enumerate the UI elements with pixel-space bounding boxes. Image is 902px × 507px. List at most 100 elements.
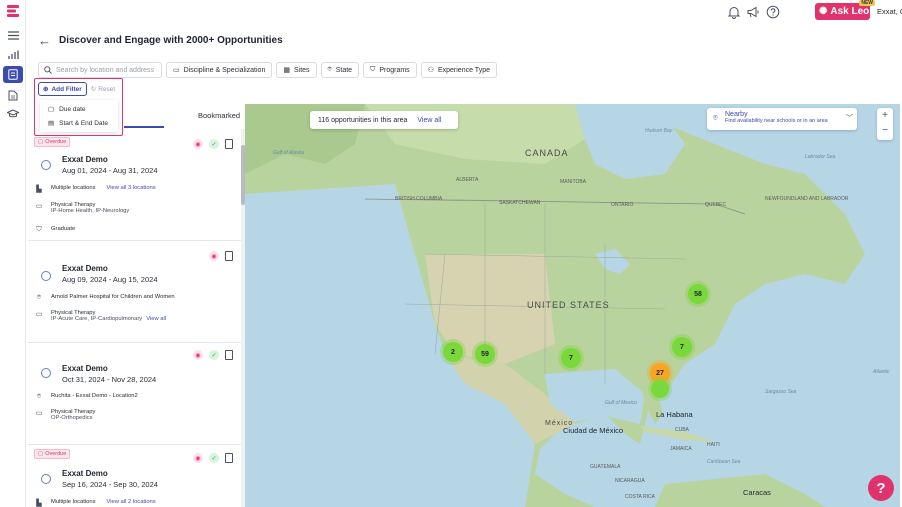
org-name: Exxat Demo bbox=[62, 364, 108, 373]
check-icon[interactable]: ✓ bbox=[209, 453, 219, 463]
building-icon: ▦ bbox=[283, 67, 290, 74]
check-icon[interactable]: ✓ bbox=[209, 139, 219, 149]
opportunity-card[interactable]: ◉ ● Exxat Demo Aug 09, 2024 - Aug 15, 20… bbox=[28, 241, 241, 343]
location-text: Multiple locations bbox=[51, 185, 96, 191]
graduation-cap-icon: ⛉ bbox=[36, 226, 42, 233]
search-input[interactable]: Search by location and address bbox=[38, 62, 162, 78]
map-label-ciudad-de-mexico: Ciudad de México bbox=[563, 426, 624, 435]
date-range: Oct 31, 2024 - Nov 28, 2024 bbox=[62, 375, 157, 384]
location-row: ⌾ Arnold Palmer Hospital for Children an… bbox=[34, 294, 175, 302]
state-filter-chip[interactable]: ⌾ State bbox=[320, 62, 360, 78]
view-locations-link[interactable]: View all 2 locations bbox=[106, 499, 155, 505]
location-text: Multiple locations bbox=[51, 499, 96, 505]
map-label-guatemala: GUATEMALA bbox=[590, 464, 621, 470]
book-icon: ▭ bbox=[35, 311, 43, 318]
bookmark-icon[interactable] bbox=[225, 139, 233, 149]
map-label-sargasso-sea: Sargasso Sea bbox=[765, 389, 797, 395]
map-label-caracas: Caracas bbox=[743, 488, 771, 497]
discipline-filter-chip[interactable]: ▭ Discipline & Specialization bbox=[166, 62, 273, 78]
help-button[interactable]: ? bbox=[868, 475, 894, 501]
opportunity-card[interactable]: ▢ Overdue ◉ ● ✓ Exxat Demo Aug 01, 2024 … bbox=[28, 129, 241, 241]
user-menu[interactable]: Exxat, One ﹀ bbox=[877, 6, 902, 17]
map-pin-icon[interactable] bbox=[651, 380, 669, 398]
org-logo-icon bbox=[41, 160, 51, 170]
map-cluster[interactable]: 7 bbox=[561, 348, 581, 368]
chip-label: Sites bbox=[293, 66, 310, 74]
eye-icon[interactable]: ◉ bbox=[209, 251, 219, 261]
book-icon: ▭ bbox=[173, 67, 180, 74]
map-cluster[interactable]: 58 bbox=[688, 284, 708, 304]
count-text: 116 opportunities in this area bbox=[318, 116, 408, 124]
sites-filter-chip[interactable]: ▦ Sites bbox=[276, 62, 317, 78]
view-locations-link[interactable]: View all 3 locations bbox=[106, 185, 155, 191]
overdue-badge: ▢ Overdue bbox=[34, 449, 71, 459]
map-label-la-habana: La Habana bbox=[656, 410, 693, 419]
programs-filter-chip[interactable]: ⛉ Programs bbox=[363, 62, 417, 78]
megaphone-icon[interactable] bbox=[746, 5, 760, 19]
location-row: ▙ Multiple locations View all 3 location… bbox=[34, 185, 155, 193]
eye-icon[interactable]: ◉ bbox=[193, 139, 203, 149]
date-range: Aug 01, 2024 - Aug 31, 2024 bbox=[62, 166, 158, 175]
opportunities-icon[interactable] bbox=[3, 66, 23, 83]
check-icon[interactable]: ✓ bbox=[209, 350, 219, 360]
view-all-link[interactable]: View all bbox=[417, 117, 441, 124]
nearby-title: Nearby bbox=[725, 111, 748, 118]
search-placeholder: Search by location and address bbox=[56, 66, 155, 74]
book-icon: ▭ bbox=[35, 203, 43, 210]
back-arrow-icon[interactable]: ← bbox=[38, 33, 51, 48]
leo-sparkle-icon: ✺ bbox=[819, 6, 828, 17]
map-label-caribbean-sea: Caribbean Sea bbox=[707, 459, 741, 465]
card-actions: ◉ ● ✓ bbox=[193, 350, 233, 360]
tab-bookmarked[interactable]: Bookmarked bbox=[198, 111, 240, 120]
overdue-badge: ▢ Overdue bbox=[34, 137, 71, 147]
graduation-cap-icon: ⛉ bbox=[370, 66, 376, 73]
opportunity-card[interactable]: ◉ ● ✓ Exxat Demo Oct 31, 2024 - Nov 28, … bbox=[28, 343, 241, 445]
specialization-text: IP-Home Health, IP-Neurology bbox=[51, 208, 130, 214]
map-cluster[interactable]: 59 bbox=[475, 344, 495, 364]
bookmark-icon[interactable] bbox=[225, 453, 233, 463]
map-label-hudson-bay: Hudson Bay bbox=[645, 128, 673, 134]
graduation-icon[interactable] bbox=[4, 106, 22, 122]
calendar-icon: ▢ bbox=[38, 139, 44, 145]
opportunity-card[interactable]: ▢ Overdue ◉ ● ✓ Exxat Demo Sep 16, 2024 … bbox=[28, 445, 241, 507]
map-view[interactable]: Hudson Bay Gulf of Alaska Labrador Sea C… bbox=[245, 104, 900, 507]
menu-icon[interactable] bbox=[4, 27, 22, 43]
user-name: Exxat, One bbox=[877, 7, 902, 16]
experience-type-filter-chip[interactable]: ⚇ Experience Type bbox=[420, 62, 497, 78]
zoom-out-button[interactable]: − bbox=[877, 123, 893, 138]
help-circle-icon[interactable] bbox=[766, 5, 780, 19]
new-badge: NEW bbox=[859, 0, 875, 6]
bookmark-icon[interactable] bbox=[225, 251, 233, 261]
people-icon: ⚇ bbox=[427, 67, 434, 74]
bookmark-icon[interactable] bbox=[225, 350, 233, 360]
card-actions: ◉ ● bbox=[209, 251, 233, 261]
ask-leo-button[interactable]: ✺ Ask Leo NEW bbox=[815, 0, 875, 20]
chip-label: Programs bbox=[379, 66, 410, 74]
location-pin-icon: ⌾ bbox=[36, 393, 42, 400]
bell-icon[interactable] bbox=[727, 5, 741, 19]
building-icon: ▙ bbox=[36, 186, 42, 193]
discipline-row: ▭ Physical Therapy OP-Orthopedics bbox=[34, 409, 96, 421]
date-range: Sep 16, 2024 - Sep 30, 2024 bbox=[62, 480, 158, 489]
map-label-newfoundland: NEWFOUNDLAND AND LABRADOR bbox=[765, 196, 849, 202]
analytics-icon[interactable] bbox=[4, 47, 22, 63]
card-actions: ◉ ● ✓ bbox=[193, 139, 233, 149]
eye-icon[interactable]: ◉ bbox=[193, 453, 203, 463]
zoom-in-button[interactable]: + bbox=[877, 108, 893, 123]
eye-icon[interactable]: ◉ bbox=[193, 350, 203, 360]
search-icon bbox=[44, 66, 52, 74]
chevron-down-icon: ﹀ bbox=[846, 115, 853, 122]
org-logo-icon bbox=[41, 271, 51, 281]
exxat-logo-icon[interactable] bbox=[6, 4, 20, 18]
chip-label: State bbox=[335, 66, 353, 74]
date-range: Aug 09, 2024 - Aug 15, 2024 bbox=[62, 275, 158, 284]
map-label-manitoba: MANITOBA bbox=[560, 179, 587, 185]
map-cluster[interactable]: 7 bbox=[672, 337, 692, 357]
nearby-dropdown[interactable]: ⌾ Nearby Find availability near schools … bbox=[707, 108, 857, 130]
map-label-costa-rica: COSTA RICA bbox=[625, 494, 655, 500]
view-all-link[interactable]: View all bbox=[146, 316, 166, 322]
documents-icon[interactable] bbox=[4, 87, 22, 103]
overdue-label: Overdue bbox=[45, 139, 67, 145]
map-cluster[interactable]: 2 bbox=[443, 342, 463, 362]
ask-leo-label: Ask Leo bbox=[830, 6, 870, 17]
